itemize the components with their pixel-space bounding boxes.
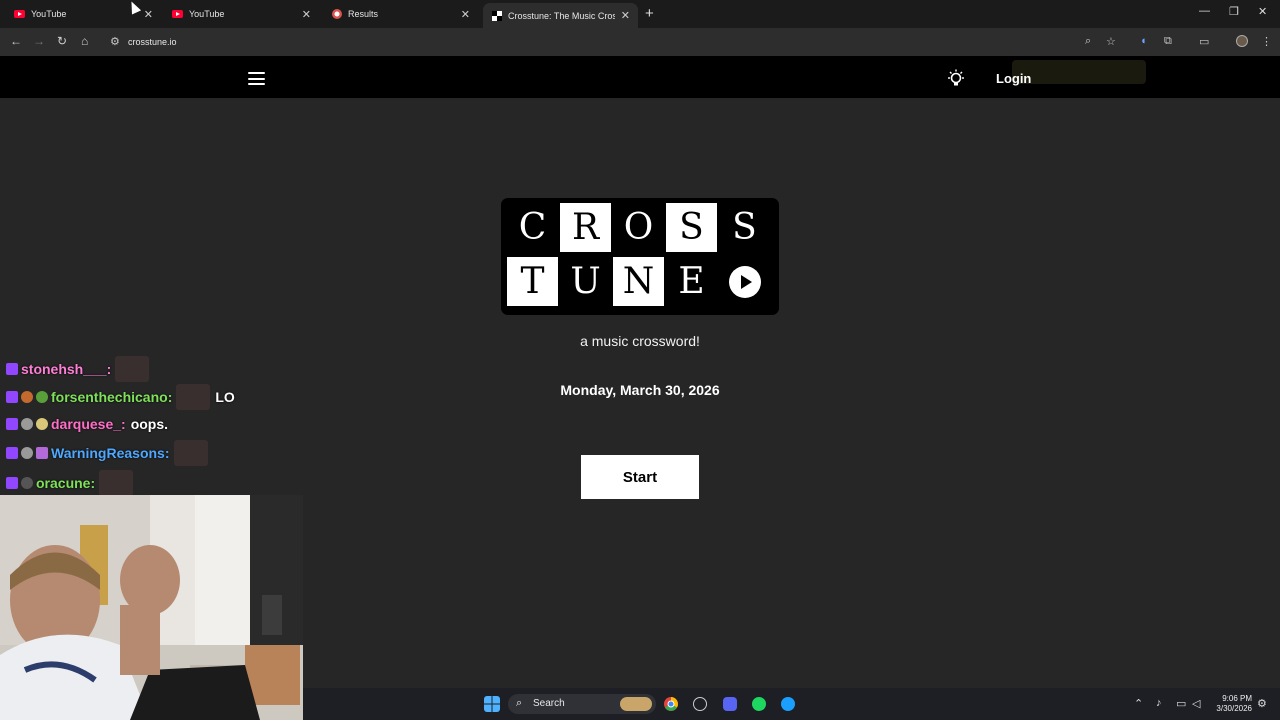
zoom-icon[interactable]: ⌕: [1085, 35, 1091, 48]
chat-username: WarningReasons:: [51, 445, 170, 461]
tab-title: YouTube: [189, 9, 225, 19]
network-icon[interactable]: ▭: [1176, 697, 1186, 710]
search-highlight-icon[interactable]: [620, 697, 652, 711]
clock-time: 9:06 PM: [1222, 694, 1252, 703]
chrome-icon[interactable]: [664, 697, 678, 711]
tagline: a music crossword!: [580, 333, 700, 349]
tab-title: YouTube: [31, 9, 67, 19]
notification-bell-icon[interactable]: ⚙: [1257, 697, 1267, 710]
discord-icon[interactable]: [723, 697, 737, 711]
extensions-icon[interactable]: ⧉: [1164, 35, 1172, 48]
twitch-badge-icon: [6, 363, 18, 375]
extension-audio-icon[interactable]: ◖: [1140, 35, 1147, 47]
forward-icon[interactable]: →: [33, 34, 45, 48]
logo-letter: N: [613, 257, 664, 306]
emote-icon: [173, 440, 208, 466]
sidebar-icon[interactable]: ▭: [1199, 35, 1209, 48]
tab-title: Crosstune: The Music Crossword: [508, 10, 615, 21]
minimize-icon[interactable]: —: [1199, 5, 1210, 17]
chat-username: darquese_:: [51, 416, 126, 432]
start-button[interactable]: Start: [581, 455, 699, 499]
chat-username: stonehsh___:: [21, 361, 112, 377]
login-link[interactable]: Login: [996, 71, 1031, 86]
steam-icon[interactable]: [781, 697, 795, 711]
twitch-badge-icon: [6, 477, 18, 489]
clock-date: 3/30/2026: [1216, 704, 1252, 713]
youtube-icon: [14, 9, 25, 20]
close-tab-icon[interactable]: ✕: [144, 8, 153, 21]
menu-kebab-icon[interactable]: ⋮: [1261, 35, 1272, 48]
chat-message: darquese_: oops.: [6, 411, 168, 437]
chat-username: oracune:: [36, 475, 96, 491]
emote-icon: [99, 470, 134, 496]
bookmark-star-icon[interactable]: ☆: [1106, 35, 1116, 48]
logo-letter: S: [719, 203, 770, 252]
volume-icon[interactable]: ◁: [1192, 697, 1200, 710]
browser-tab-bar: YouTube ✕ YouTube ✕ Results ✕ Crosstune:…: [0, 0, 1280, 28]
crosstune-favicon-icon: [491, 10, 502, 21]
crosstune-logo: C R O S S T U N E: [501, 198, 779, 315]
overlay-badge: [1012, 60, 1146, 84]
twitch-badge-icon: [6, 391, 18, 403]
back-icon[interactable]: ←: [10, 34, 22, 48]
gift-badge-icon: [36, 391, 48, 403]
results-favicon-icon: [331, 9, 342, 20]
site-info-icon[interactable]: ⚙: [110, 35, 120, 48]
chat-message: forsenthechicano: LO: [6, 384, 235, 410]
logo-letter: T: [507, 257, 558, 306]
emote-icon: [176, 384, 211, 410]
chat-text: LO: [215, 389, 235, 405]
tab-crosstune[interactable]: Crosstune: The Music Crossword ✕: [483, 3, 638, 28]
tab-title: Results: [348, 9, 379, 19]
logo-letter: R: [560, 203, 611, 252]
windows-start-icon[interactable]: [484, 696, 500, 712]
youtube-icon: [172, 9, 183, 20]
new-tab-icon[interactable]: +: [645, 5, 654, 22]
sub-badge-icon: [21, 447, 33, 459]
logo-letter: U: [560, 257, 611, 306]
chat-username: forsenthechicano:: [51, 389, 173, 405]
spotify-icon[interactable]: [752, 697, 766, 711]
chat-message: stonehsh___:: [6, 356, 150, 382]
microphone-icon[interactable]: ♪: [1156, 697, 1162, 709]
webcam-feed: [0, 495, 303, 720]
home-icon[interactable]: ⌂: [81, 34, 88, 48]
logo-letter: E: [666, 257, 717, 306]
obs-icon[interactable]: [693, 697, 707, 711]
lightbulb-icon[interactable]: [946, 69, 966, 89]
hamburger-menu-icon[interactable]: [248, 72, 265, 85]
sub-badge-icon: [21, 391, 33, 403]
screen: YouTube ✕ YouTube ✕ Results ✕ Crosstune:…: [0, 0, 1280, 720]
close-tab-icon[interactable]: ✕: [461, 8, 470, 21]
tray-chevron-up-icon[interactable]: ⌃: [1134, 697, 1143, 710]
profile-avatar[interactable]: [1236, 35, 1248, 47]
play-icon: [719, 257, 770, 306]
emote-icon: [115, 356, 150, 382]
close-tab-icon[interactable]: ✕: [621, 9, 630, 22]
chat-message: oracune:: [6, 470, 134, 496]
taskbar-search-label: Search: [533, 698, 565, 709]
tab-results[interactable]: Results ✕: [323, 2, 478, 26]
stream-chat-overlay: stonehsh___: forsenthechicano: LO darque…: [0, 356, 300, 496]
restore-icon[interactable]: ❐: [1229, 5, 1239, 18]
logo-letter: S: [666, 203, 717, 252]
grid-badge-icon: [36, 447, 48, 459]
close-tab-icon[interactable]: ✕: [302, 8, 311, 21]
twitch-badge-icon: [6, 447, 18, 459]
muted-badge-icon: [21, 477, 33, 489]
chat-message: WarningReasons:: [6, 440, 208, 466]
logo-letter: O: [613, 203, 664, 252]
twitch-badge-icon: [6, 418, 18, 430]
url-text[interactable]: crosstune.io: [128, 37, 177, 47]
sub-badge-icon: [21, 418, 33, 430]
tab-youtube-2[interactable]: YouTube ✕: [164, 2, 319, 26]
chat-text: oops.: [130, 416, 169, 432]
close-window-icon[interactable]: ✕: [1258, 5, 1267, 18]
reload-icon[interactable]: ↻: [57, 34, 67, 48]
logo-letter: C: [507, 203, 558, 252]
coin-badge-icon: [36, 418, 48, 430]
address-bar[interactable]: [105, 32, 1135, 52]
taskbar-clock[interactable]: 9:06 PM 3/30/2026: [1210, 694, 1252, 714]
search-icon: ⌕: [516, 697, 523, 709]
